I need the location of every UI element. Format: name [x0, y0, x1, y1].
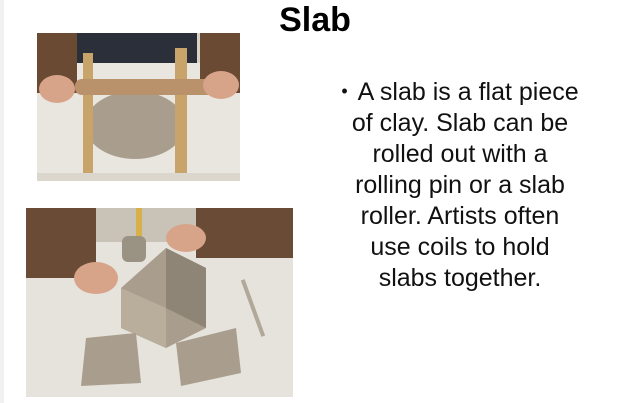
bullet-line-1-text: A slab is a flat piece	[357, 78, 579, 106]
slide-edge	[0, 0, 4, 403]
photo-slab-box	[26, 208, 293, 397]
photo-rolling-clay	[37, 33, 240, 181]
bullet-dot: •	[341, 81, 348, 101]
bullet-text: • A slab is a flat piece of clay. Slab ca…	[310, 76, 610, 294]
bullet-line-5: roller. Artists often	[360, 202, 560, 230]
bullet-line-4: rolling pin or a slab	[355, 171, 565, 199]
bullet-line-7: slabs together.	[378, 264, 542, 292]
bullet-line-1: • A slab is a flat piece	[310, 76, 610, 108]
bullet-line-6: use coils to hold	[370, 233, 550, 261]
slide-title: Slab	[279, 1, 351, 39]
slide: Slab • A slab is a flat piece of clay. S…	[0, 0, 627, 403]
bullet-line-2: of clay. Slab can be	[351, 109, 569, 137]
bullet-line-3: rolled out with a	[372, 140, 548, 168]
